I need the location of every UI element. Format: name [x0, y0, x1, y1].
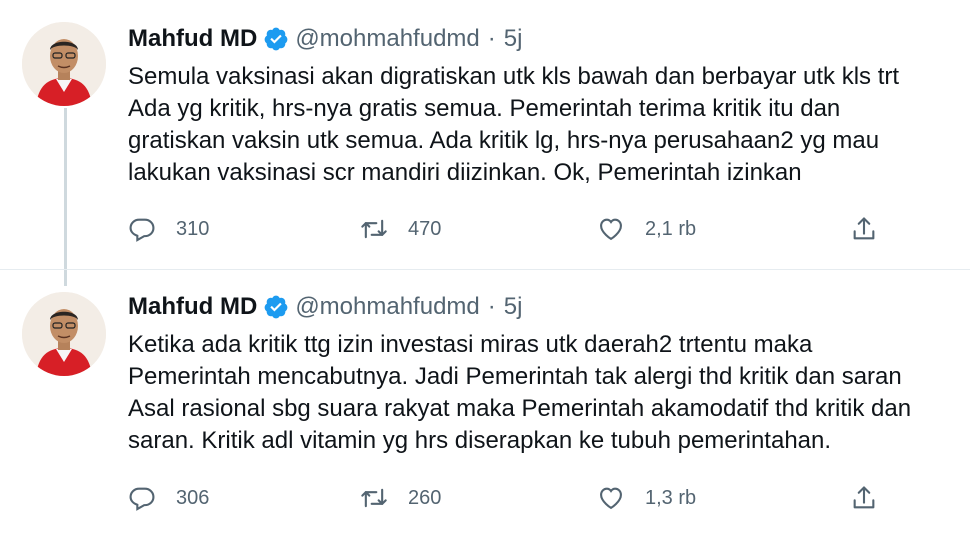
- avatar-image: [22, 292, 106, 376]
- tweet-header: Mahfud MD @mohmahfudmd · 5j: [128, 292, 522, 322]
- reply-count: 306: [176, 486, 210, 509]
- like-count: 2,1 rb: [645, 217, 697, 240]
- tweet-timestamp[interactable]: 5j: [504, 24, 523, 54]
- reply-button[interactable]: 306: [128, 483, 209, 513]
- tweet-text-line: Asal rasional sbg suara rakyat maka Peme…: [128, 395, 912, 422]
- retweet-icon: [360, 215, 388, 243]
- reply-count: 310: [176, 217, 210, 240]
- tweet[interactable]: Mahfud MD @mohmahfudmd · 5j Semula vaksi…: [0, 0, 970, 270]
- author-handle[interactable]: @mohmahfudmd: [295, 24, 479, 54]
- separator-dot: ·: [487, 25, 496, 52]
- tweet-header: Mahfud MD @mohmahfudmd · 5j: [128, 24, 522, 54]
- tweet-text-line: Pemerintah mencabutnya. Jadi Pemerintah …: [128, 363, 902, 390]
- tweet-text-line: gratiskan vaksin utk semua. Ada kritik l…: [128, 127, 880, 154]
- author-name[interactable]: Mahfud MD: [128, 24, 257, 54]
- tweet-text-line: saran. Kritik adl vitamin yg hrs diserap…: [128, 427, 832, 454]
- tweet-timestamp[interactable]: 5j: [504, 292, 523, 322]
- tweet-text-line: Semula vaksinasi akan digratiskan utk kl…: [128, 63, 900, 90]
- verified-badge-icon: [263, 294, 289, 320]
- retweet-icon: [360, 484, 388, 512]
- share-button[interactable]: [850, 483, 878, 513]
- tweet-text-line: Ada yg kritik, hrs-nya gratis semua. Pem…: [128, 95, 841, 122]
- tweet[interactable]: Mahfud MD @mohmahfudmd · 5j Ketika ada k…: [0, 272, 970, 544]
- retweet-button[interactable]: 260: [360, 483, 441, 513]
- like-button[interactable]: 2,1 rb: [597, 214, 696, 244]
- tweet-divider: [0, 269, 970, 270]
- retweet-count: 260: [408, 486, 442, 509]
- separator-dot: ·: [487, 293, 496, 320]
- tweet-text-line: lakukan vaksinasi scr mandiri diizinkan.…: [128, 159, 802, 186]
- share-icon: [850, 484, 878, 512]
- heart-icon: [597, 484, 625, 512]
- avatar[interactable]: [22, 22, 106, 106]
- avatar[interactable]: [22, 292, 106, 376]
- author-handle[interactable]: @mohmahfudmd: [295, 292, 479, 322]
- tweet-text: Ketika ada kritik ttg izin investasi mir…: [128, 329, 970, 457]
- reply-button[interactable]: 310: [128, 214, 209, 244]
- retweet-count: 470: [408, 217, 442, 240]
- retweet-button[interactable]: 470: [360, 214, 441, 244]
- verified-badge-icon: [263, 26, 289, 52]
- avatar-image: [22, 22, 106, 106]
- reply-icon: [128, 484, 156, 512]
- author-name[interactable]: Mahfud MD: [128, 292, 257, 322]
- share-button[interactable]: [850, 214, 878, 244]
- share-icon: [850, 215, 878, 243]
- tweet-text: Semula vaksinasi akan digratiskan utk kl…: [128, 61, 970, 189]
- reply-icon: [128, 215, 156, 243]
- tweet-actions: 306 260 1,3 rb: [128, 483, 970, 513]
- like-button[interactable]: 1,3 rb: [597, 483, 696, 513]
- tweet-text-line: Ketika ada kritik ttg izin investasi mir…: [128, 331, 813, 358]
- heart-icon: [597, 215, 625, 243]
- like-count: 1,3 rb: [645, 486, 697, 509]
- tweet-actions: 310 470 2,1 rb: [128, 214, 970, 244]
